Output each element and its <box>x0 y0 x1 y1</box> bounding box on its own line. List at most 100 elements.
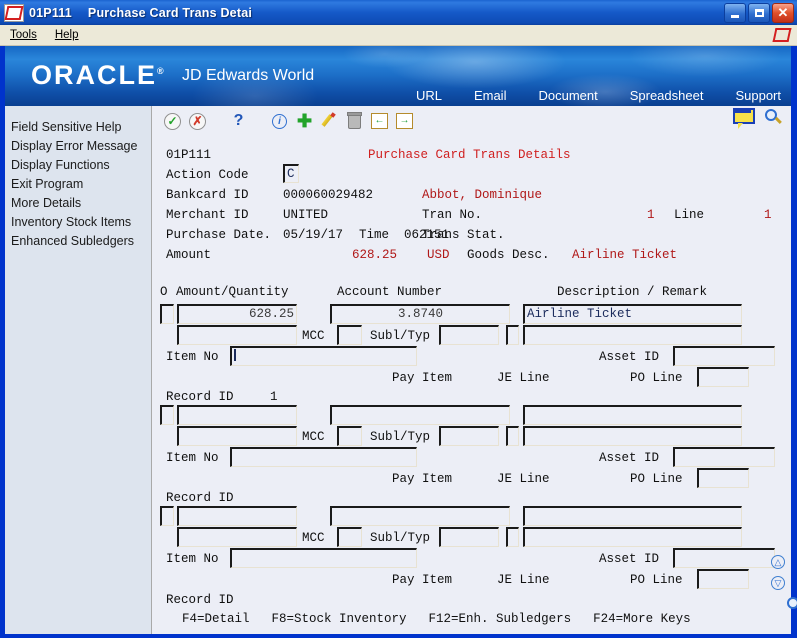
row-2-amount-quantity-secondary-input[interactable] <box>177 426 297 446</box>
close-button[interactable]: ✕ <box>772 3 794 23</box>
banner-link-support[interactable]: Support <box>735 88 781 103</box>
action-code-input[interactable]: C <box>283 164 299 183</box>
banner-link-url[interactable]: URL <box>416 88 442 103</box>
row-1-amount-quantity-input[interactable]: 628.25 <box>177 304 297 324</box>
sidebar-item-enhanced-subledgers[interactable]: Enhanced Subledgers <box>5 232 151 251</box>
scroll-down-button[interactable]: ▽ <box>771 576 785 590</box>
time-label: Time <box>359 228 390 242</box>
banner-link-email[interactable]: Email <box>474 88 507 103</box>
function-key-f4[interactable]: F4=Detail <box>182 612 250 630</box>
row-2-remark-input[interactable] <box>523 426 742 446</box>
oracle-trademark: ® <box>157 66 164 76</box>
row-3-account-number-input[interactable] <box>330 506 510 526</box>
row-2-mcc-input[interactable] <box>337 426 362 446</box>
row-3-description-input[interactable] <box>523 506 742 526</box>
row-3-typ-input[interactable] <box>506 527 519 547</box>
row-2-asset-id-input[interactable] <box>673 447 775 467</box>
function-key-f24[interactable]: F24=More Keys <box>593 612 691 630</box>
banner-link-document[interactable]: Document <box>538 88 597 103</box>
row-1-pay-item-label: Pay Item <box>392 371 453 385</box>
edit-pencil-icon[interactable] <box>319 110 340 132</box>
row-1-o-input[interactable] <box>160 304 174 324</box>
window-program-id: 01P111 <box>29 5 72 20</box>
add-plus-icon[interactable]: ✚ <box>294 110 315 132</box>
banner-link-spreadsheet[interactable]: Spreadsheet <box>630 88 704 103</box>
bankcard-id-label: Bankcard ID <box>166 188 249 202</box>
row-2-o-input[interactable] <box>160 405 174 425</box>
amount-value: 628.25 <box>352 248 398 262</box>
row-2-subl-typ-label: Subl/Typ <box>370 430 431 444</box>
row-3-amount-quantity-secondary-input[interactable] <box>177 527 297 547</box>
sidebar-item-field-sensitive-help[interactable]: Field Sensitive Help <box>5 118 151 137</box>
cancel-x-icon[interactable]: ✗ <box>187 110 208 132</box>
row-3-amount-quantity-input[interactable] <box>177 506 297 526</box>
row-1-po-line-input[interactable] <box>697 367 749 387</box>
help-question-icon[interactable]: ? <box>228 110 249 132</box>
row-2-account-number-input[interactable] <box>330 405 510 425</box>
previous-record-icon[interactable]: ← <box>369 110 390 132</box>
row-2-item-no-input[interactable] <box>230 447 417 467</box>
sidebar-item-exit-program[interactable]: Exit Program <box>5 175 151 194</box>
row-3-subl-input[interactable] <box>439 527 499 547</box>
delete-trash-icon[interactable] <box>344 110 365 132</box>
sidebar-item-display-functions[interactable]: Display Functions <box>5 156 151 175</box>
minimize-button[interactable] <box>724 3 746 23</box>
row-2-description-input[interactable] <box>523 405 742 425</box>
function-key-f12[interactable]: F12=Enh. Subledgers <box>429 612 572 630</box>
row-1-amount-quantity-secondary-input[interactable] <box>177 325 297 345</box>
window-title: 01P111 Purchase Card Trans Detai <box>29 6 252 20</box>
row-1-description-input[interactable]: Airline Ticket <box>523 304 742 324</box>
sidebar-item-more-details[interactable]: More Details <box>5 194 151 213</box>
oracle-logo-text: ORACLE® <box>31 60 164 91</box>
row-2-record-id-label: Record ID <box>166 491 234 505</box>
row-3-item-no-label: Item No <box>166 552 219 566</box>
row-1-mcc-input[interactable] <box>337 325 362 345</box>
scroll-up-button[interactable]: △ <box>771 555 785 569</box>
row-1-asset-id-label: Asset ID <box>599 350 660 364</box>
sidebar-item-inventory-stock-items[interactable]: Inventory Stock Items <box>5 213 151 232</box>
tran-no-label: Tran No. <box>422 208 483 222</box>
row-2-subl-input[interactable] <box>439 426 499 446</box>
search-icon[interactable] <box>765 109 783 127</box>
function-key-f8[interactable]: F8=Stock Inventory <box>272 612 407 630</box>
merchant-id-value[interactable]: UNITED <box>283 208 328 222</box>
ok-check-icon[interactable]: ✓ <box>162 110 183 132</box>
purchase-date-label: Purchase Date. <box>166 228 272 242</box>
attachment-note-icon[interactable] <box>733 108 755 129</box>
row-3-o-input[interactable] <box>160 506 174 526</box>
row-3-mcc-input[interactable] <box>337 527 362 547</box>
column-header-account-number: Account Number <box>337 285 443 299</box>
row-3-asset-id-input[interactable] <box>673 548 775 568</box>
next-record-icon[interactable]: → <box>394 110 415 132</box>
menu-item-tools-label: Tools <box>10 29 37 41</box>
row-1-typ-input[interactable] <box>506 325 519 345</box>
menubar-logo-icon <box>773 27 791 43</box>
row-1-po-line-label: PO Line <box>630 371 683 385</box>
row-2-typ-input[interactable] <box>506 426 519 446</box>
action-code-label: Action Code <box>166 168 249 182</box>
maximize-button[interactable] <box>748 3 770 23</box>
row-3-record-id-label: Record ID <box>166 593 234 607</box>
menu-item-help[interactable]: Help <box>47 27 87 43</box>
row-3-item-no-input[interactable] <box>230 548 417 568</box>
row-1-item-no-label: Item No <box>166 350 219 364</box>
bankcard-id-value[interactable]: 000060029482 <box>283 188 373 202</box>
info-icon[interactable]: i <box>269 110 290 132</box>
toolbar: ✓ ✗ ? i ✚ ← → <box>152 106 791 138</box>
row-1-item-no-input[interactable] <box>230 346 417 366</box>
row-3-remark-input[interactable] <box>523 527 742 547</box>
menu-item-tools[interactable]: Tools <box>2 27 45 43</box>
row-3-po-line-input[interactable] <box>697 569 749 589</box>
row-1-account-number-input[interactable]: 3.8740 <box>330 304 510 324</box>
column-header-o: O <box>160 285 168 299</box>
row-2-po-line-input[interactable] <box>697 468 749 488</box>
row-2-amount-quantity-input[interactable] <box>177 405 297 425</box>
window-controls: ✕ <box>724 3 794 23</box>
purchase-date-value[interactable]: 05/19/17 <box>283 228 343 242</box>
row-1-subl-input[interactable] <box>439 325 499 345</box>
row-1-je-line-label: JE Line <box>497 371 550 385</box>
row-1-remark-input[interactable] <box>523 325 742 345</box>
column-header-amount-quantity: Amount/Quantity <box>176 285 289 299</box>
row-1-asset-id-input[interactable] <box>673 346 775 366</box>
sidebar-item-display-error-message[interactable]: Display Error Message <box>5 137 151 156</box>
